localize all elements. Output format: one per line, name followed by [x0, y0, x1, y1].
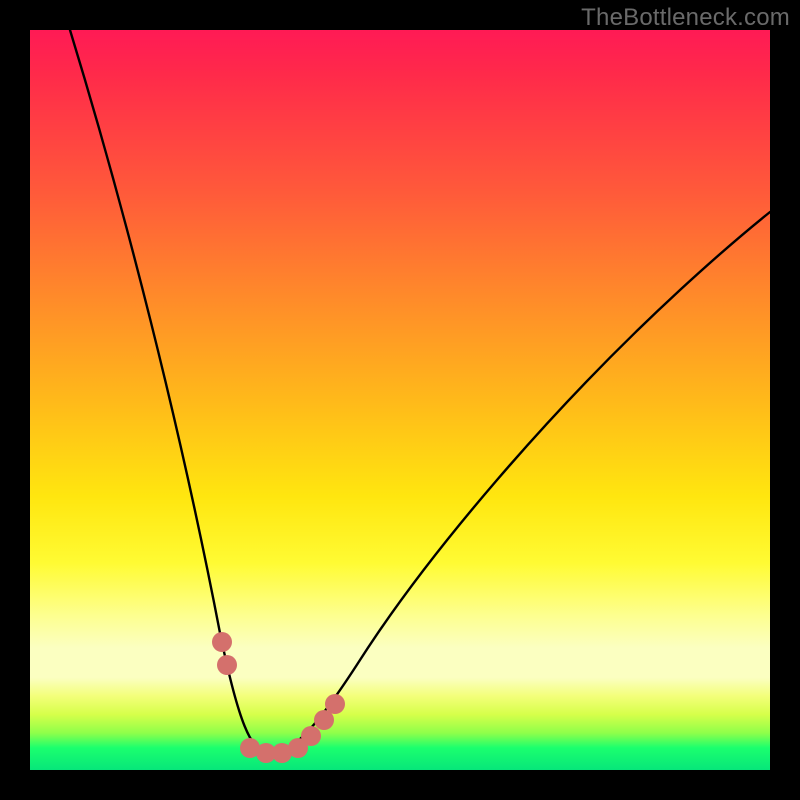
chart-frame: TheBottleneck.com [0, 0, 800, 800]
highlight-dots [212, 632, 345, 763]
plot-area [30, 30, 770, 770]
watermark-text: TheBottleneck.com [581, 4, 790, 32]
curve-layer [30, 30, 770, 770]
bottleneck-curve [70, 30, 770, 754]
